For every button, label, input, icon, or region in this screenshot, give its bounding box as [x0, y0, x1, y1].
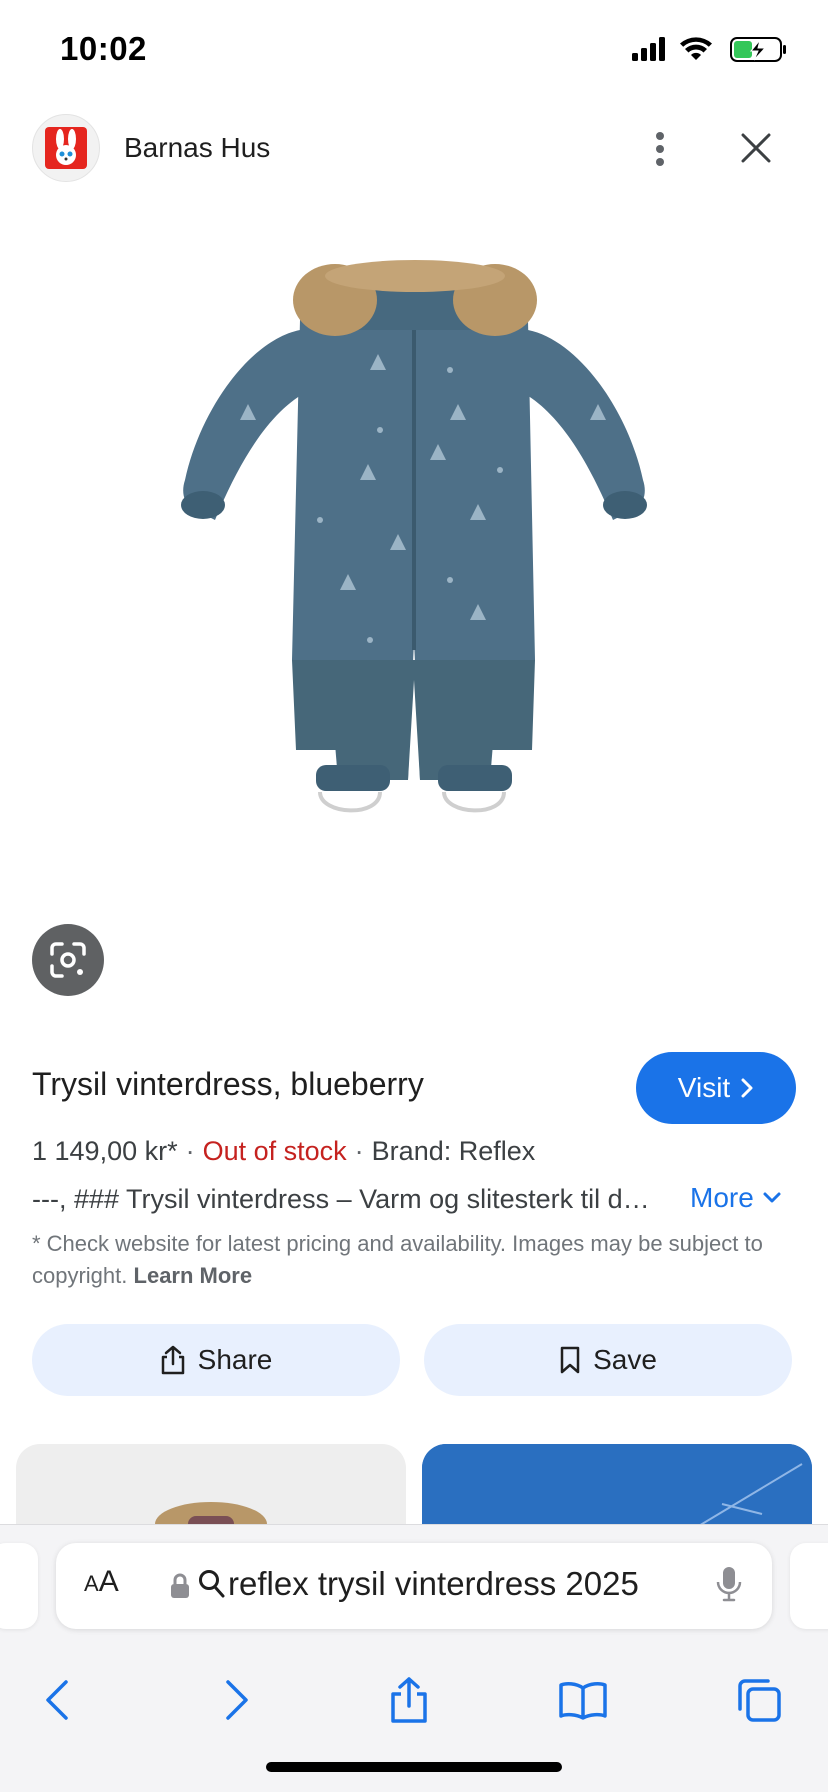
product-title: Trysil vinterdress, blueberry — [32, 1066, 424, 1102]
close-icon — [741, 133, 771, 163]
bookmarks-icon — [559, 1682, 607, 1720]
home-indicator[interactable] — [266, 1762, 562, 1772]
product-brand: Brand: Reflex — [371, 1136, 536, 1166]
bookmarks-button[interactable] — [548, 1665, 618, 1735]
snowsuit-image — [181, 260, 647, 813]
status-time: 10:02 — [60, 30, 147, 67]
share-button[interactable]: Share — [32, 1324, 400, 1396]
back-icon — [46, 1680, 68, 1720]
product-description: ---, ### Trysil vinterdress – Varm og sl… — [32, 1184, 650, 1214]
more-label: More — [690, 1182, 754, 1213]
wifi-icon — [680, 37, 712, 60]
product-image[interactable] — [0, 220, 828, 950]
lens-icon — [50, 942, 86, 978]
browser-bottom-bar: AA reflex trysil vinterdress 2025 — [0, 1524, 828, 1792]
meta-separator: · — [354, 1136, 364, 1166]
next-tab-peek[interactable] — [790, 1543, 828, 1629]
bunny-logo-icon — [45, 127, 87, 169]
share-page-button[interactable] — [374, 1665, 444, 1735]
more-description-button[interactable]: More — [690, 1182, 782, 1214]
reader-options-button[interactable]: AA — [84, 1565, 119, 1599]
share-label: Share — [197, 1344, 273, 1375]
address-text[interactable]: reflex trysil vinterdress 2025 — [228, 1565, 639, 1603]
stock-status: Out of stock — [202, 1136, 347, 1166]
previous-tab-peek[interactable] — [0, 1543, 38, 1629]
close-button[interactable] — [736, 126, 776, 170]
back-button[interactable] — [22, 1665, 92, 1735]
disclaimer: * Check website for latest pricing and a… — [32, 1228, 772, 1292]
learn-more-link[interactable]: Learn More — [134, 1263, 253, 1288]
battery-charging-icon — [730, 37, 786, 62]
tabs-icon — [738, 1679, 781, 1722]
site-name[interactable]: Barnas Hus — [124, 132, 270, 164]
signal-icon — [632, 37, 665, 61]
microphone-icon — [716, 1567, 742, 1602]
aa-large-label: A — [98, 1565, 119, 1598]
meta-separator: · — [185, 1136, 195, 1166]
product-meta: 1 149,00 kr* · Out of stock · Brand: Reflex — [32, 1136, 535, 1167]
chevron-right-icon — [741, 1078, 753, 1098]
forward-icon — [226, 1680, 248, 1720]
save-label: Save — [593, 1344, 657, 1375]
share-icon — [161, 1345, 184, 1375]
forward-button[interactable] — [202, 1665, 272, 1735]
tabs-button[interactable] — [724, 1665, 794, 1735]
google-lens-button[interactable] — [32, 924, 104, 996]
visit-label: Visit — [677, 1072, 731, 1103]
browser-toolbar — [0, 1655, 828, 1755]
more-options-button[interactable] — [640, 124, 680, 174]
save-button[interactable]: Save — [424, 1324, 792, 1396]
lock-icon — [171, 1573, 189, 1598]
result-header: Barnas Hus — [0, 110, 828, 210]
address-bar[interactable]: AA reflex trysil vinterdress 2025 — [56, 1543, 772, 1629]
bookmark-icon — [560, 1346, 580, 1374]
site-logo[interactable] — [32, 114, 100, 182]
aa-small-label: A — [84, 1571, 99, 1596]
product-price: 1 149,00 kr* — [32, 1136, 178, 1166]
search-icon — [199, 1570, 225, 1598]
status-icons — [630, 34, 798, 64]
visit-button[interactable]: Visit — [636, 1052, 796, 1124]
status-bar: 10:02 — [0, 0, 828, 100]
chevron-down-icon — [763, 1192, 781, 1203]
share-icon — [391, 1677, 427, 1723]
more-vertical-icon — [656, 132, 664, 166]
